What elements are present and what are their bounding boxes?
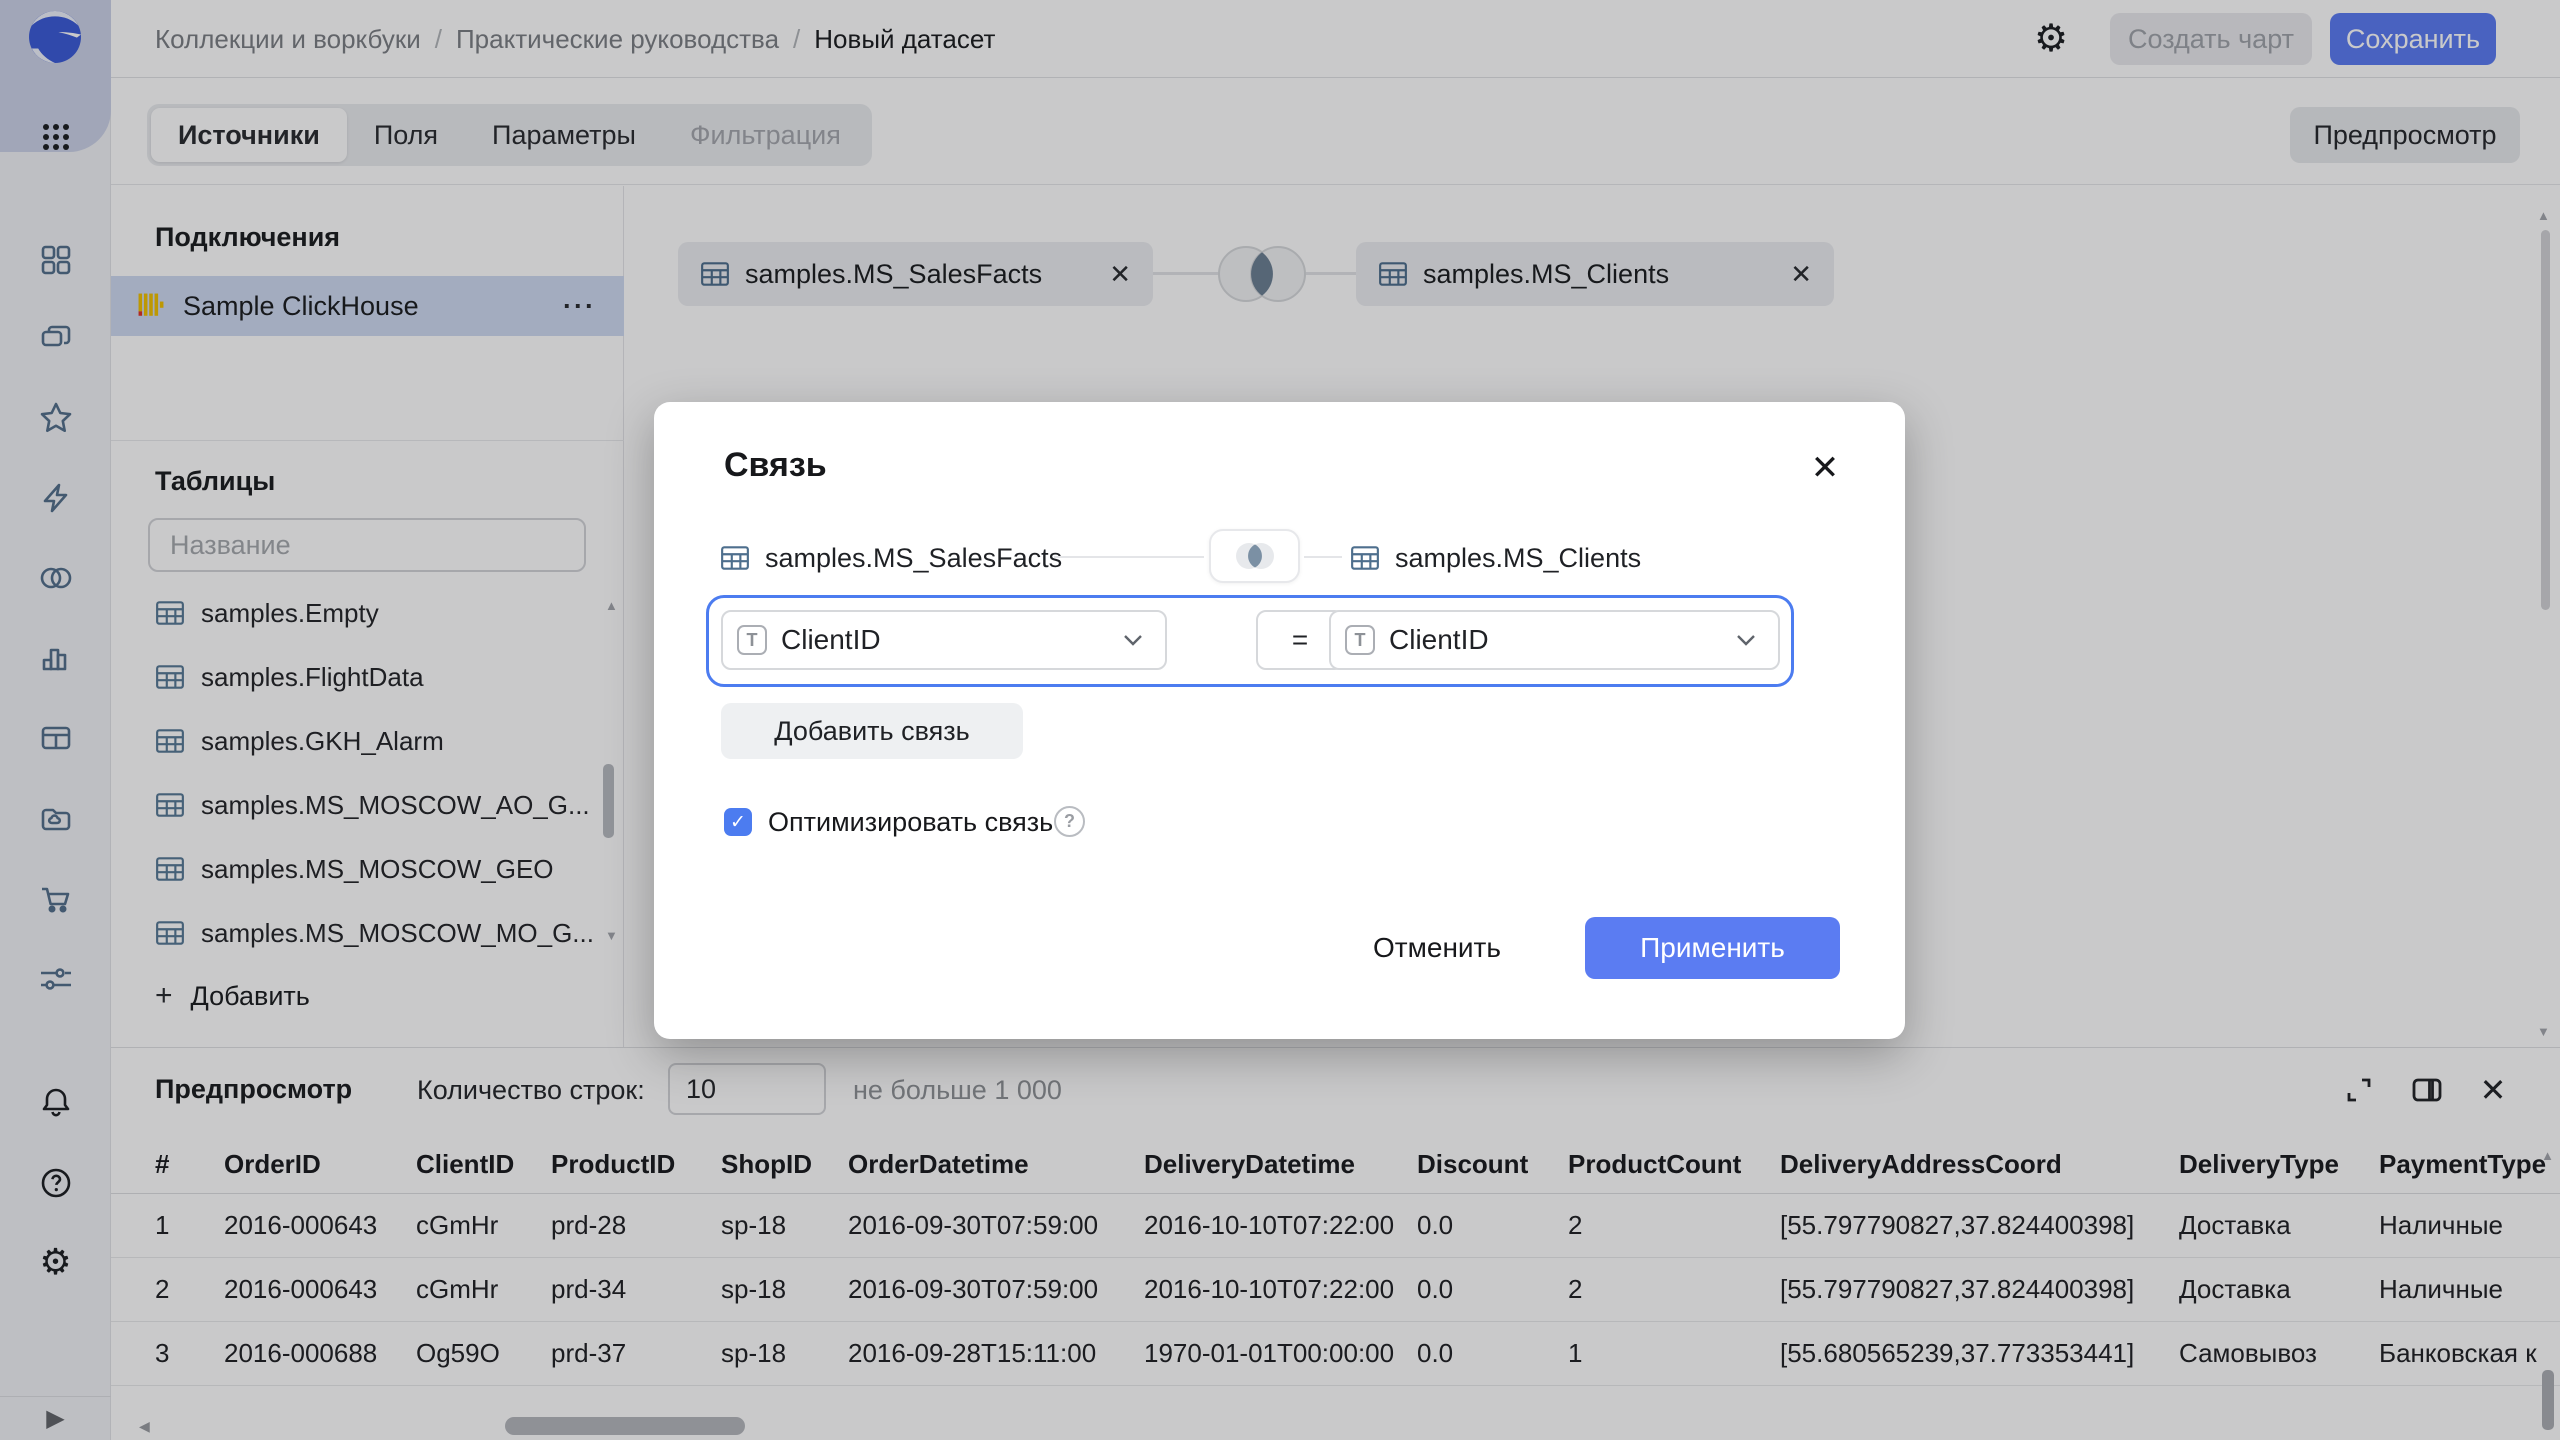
close-glyph: ✕ <box>1811 448 1840 488</box>
cancel-label: Отменить <box>1373 932 1501 964</box>
join-condition-row: T ClientID = T ClientID <box>706 595 1794 687</box>
join-type-venn-icon <box>1227 538 1283 574</box>
right-field-select[interactable]: T ClientID <box>1329 610 1780 670</box>
chevron-down-icon <box>1123 634 1143 647</box>
join-connector-line <box>1304 556 1342 558</box>
cancel-button[interactable]: Отменить <box>1357 918 1517 978</box>
check-icon: ✓ <box>730 811 746 834</box>
field-type-icon: T <box>737 625 767 655</box>
left-field-select[interactable]: T ClientID <box>721 610 1167 670</box>
optimize-help-icon[interactable]: ? <box>1054 806 1085 837</box>
modal-close-icon[interactable]: ✕ <box>1803 446 1847 490</box>
modal-left-table-label: samples.MS_SalesFacts <box>765 543 1062 574</box>
datalens-dataset-editor: ⚙ ▶ Коллекции и воркбуки / Практические … <box>0 0 2560 1440</box>
modal-title: Связь <box>724 446 827 485</box>
left-field-value: ClientID <box>781 624 881 656</box>
field-type-icon: T <box>1345 625 1375 655</box>
right-field-value: ClientID <box>1389 624 1489 656</box>
chevron-down-icon <box>1736 634 1756 647</box>
modal-left-table: samples.MS_SalesFacts <box>720 540 1062 576</box>
apply-label: Применить <box>1640 932 1785 964</box>
optimize-checkbox[interactable]: ✓ <box>724 808 752 836</box>
optimize-label: Оптимизировать связь <box>768 807 1053 838</box>
join-type-toggle[interactable] <box>1209 529 1300 583</box>
modal-right-table: samples.MS_Clients <box>1350 540 1641 576</box>
help-glyph: ? <box>1064 811 1075 832</box>
table-icon <box>1350 545 1380 571</box>
join-connector-line <box>1054 556 1204 558</box>
add-link-button[interactable]: Добавить связь <box>721 703 1023 759</box>
modal-right-table-label: samples.MS_Clients <box>1395 543 1641 574</box>
apply-button[interactable]: Применить <box>1585 917 1840 979</box>
join-link-modal: Связь ✕ samples.MS_SalesFacts samples.MS… <box>654 402 1905 1039</box>
operator-value: = <box>1292 624 1308 656</box>
add-link-label: Добавить связь <box>774 716 969 747</box>
table-icon <box>720 545 750 571</box>
